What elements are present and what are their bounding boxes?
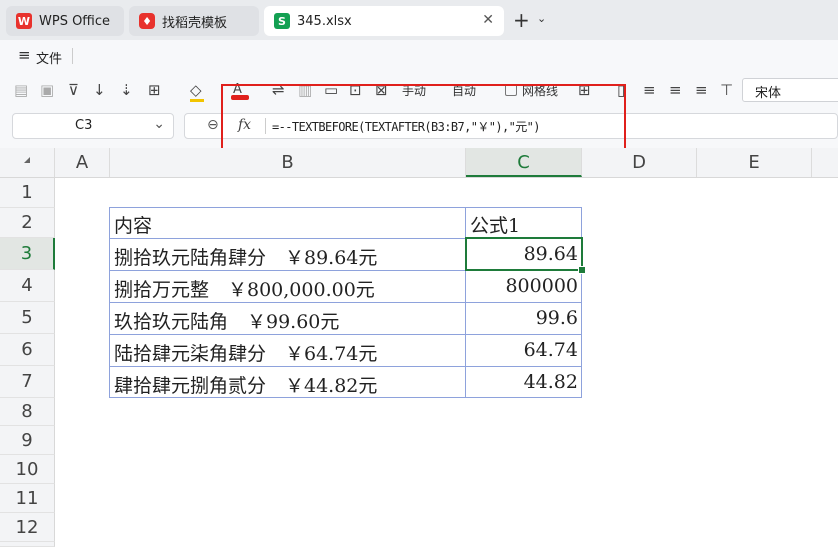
close-tab-icon[interactable]: ✕ [482,12,494,28]
row-header-7[interactable]: 7 [0,366,55,398]
fill-handle[interactable] [578,266,586,274]
align-center-icon[interactable]: ≡ [669,81,682,99]
font-name-select[interactable]: 宋体 [742,78,838,102]
tab-bar: W WPS Office ♦ 找稻壳模板 S 345.xlsx ✕ + ⌄ [0,0,838,40]
tab-wps-office[interactable]: W WPS Office [6,6,124,36]
docer-icon: ♦ [139,13,155,29]
row-header-2[interactable]: 2 [0,208,55,238]
paste-icon[interactable]: ▤ [14,81,28,99]
tab-docer-templates[interactable]: ♦ 找稻壳模板 [129,6,259,36]
sheet-icon: S [274,13,290,29]
tab-345-xlsx[interactable]: S 345.xlsx ✕ [264,6,504,36]
tab-label: 找稻壳模板 [162,15,228,31]
cell-b5[interactable]: 玖拾玖元陆角 ￥99.60元 [114,307,464,334]
column-header-bar: A B C D E [0,148,838,178]
row-header-10[interactable]: 10 [0,455,55,484]
cell-b2[interactable]: 内容 [114,211,464,238]
chevron-down-icon[interactable]: ⌄ [537,12,546,25]
column-header-d[interactable]: D [582,148,697,177]
chevron-down-icon[interactable]: ⌄ [153,116,165,132]
fill-color-icon[interactable]: ◇ [190,81,202,99]
row-header-4[interactable]: 4 [0,270,55,302]
fill-color-bar [190,99,204,102]
cell-b4[interactable]: 捌拾万元整 ￥800,000.00元 [114,275,464,302]
name-box[interactable]: C3 ⌄ [12,113,174,139]
row-header-1[interactable]: 1 [0,178,55,208]
cell-b3[interactable]: 捌拾玖元陆角肆分 ￥89.64元 [114,243,464,270]
cell-b6[interactable]: 陆拾肆元柒角肆分 ￥64.74元 [114,339,464,366]
align-right-icon[interactable]: ≡ [695,81,708,99]
menu-row: ≡ 文件 [0,40,838,72]
new-tab-plus-icon[interactable]: + [513,8,530,32]
column-header-b[interactable]: B [110,148,466,177]
select-all-corner-icon[interactable] [0,148,55,177]
align-top-icon[interactable]: ⊤ [720,81,733,99]
sort-descending-icon[interactable]: ⇣ [120,81,133,99]
row-header-8[interactable]: 8 [0,398,55,426]
row-divider [109,366,582,367]
row-header-3[interactable]: 3 [0,238,55,270]
active-cell-outline [465,237,583,271]
cell-b7[interactable]: 肆拾肆元捌角贰分 ￥44.82元 [114,371,464,398]
align-left-icon[interactable]: ≡ [643,81,656,99]
column-header-a[interactable]: A [55,148,110,177]
cell-c4[interactable]: 800000 [468,275,578,297]
tab-label: 345.xlsx [297,13,352,29]
wps-logo-icon: W [16,13,32,29]
tab-label: WPS Office [39,13,111,29]
row-header-5[interactable]: 5 [0,302,55,334]
cell-c7[interactable]: 44.82 [468,371,578,393]
row-header-9[interactable]: 9 [0,426,55,455]
cell-c6[interactable]: 64.74 [468,339,578,361]
row-divider [109,302,582,303]
formula-highlight-box [221,84,626,152]
file-menu[interactable]: 文件 [36,48,62,67]
paste-special-icon[interactable]: ▣ [40,81,54,99]
cell-c2[interactable]: 公式1 [470,211,580,238]
row-header-13[interactable] [0,542,55,547]
row-header-11[interactable]: 11 [0,484,55,513]
hamburger-menu-icon[interactable]: ≡ [18,46,31,64]
filter-icon[interactable]: ⊽ [68,81,79,99]
name-box-value: C3 [75,118,93,133]
zoom-icon[interactable]: ⊖ [207,117,219,133]
row-divider [109,334,582,335]
row-header-12[interactable]: 12 [0,513,55,542]
column-header-c[interactable]: C [466,148,582,177]
menu-divider [72,48,73,64]
cell-c5[interactable]: 99.6 [468,307,578,329]
sort-ascending-icon[interactable]: ↓ [93,81,106,99]
borders-icon[interactable]: ⊞ [148,81,161,99]
row-header-6[interactable]: 6 [0,334,55,366]
column-header-e[interactable]: E [697,148,812,177]
font-name-value: 宋体 [755,86,782,101]
